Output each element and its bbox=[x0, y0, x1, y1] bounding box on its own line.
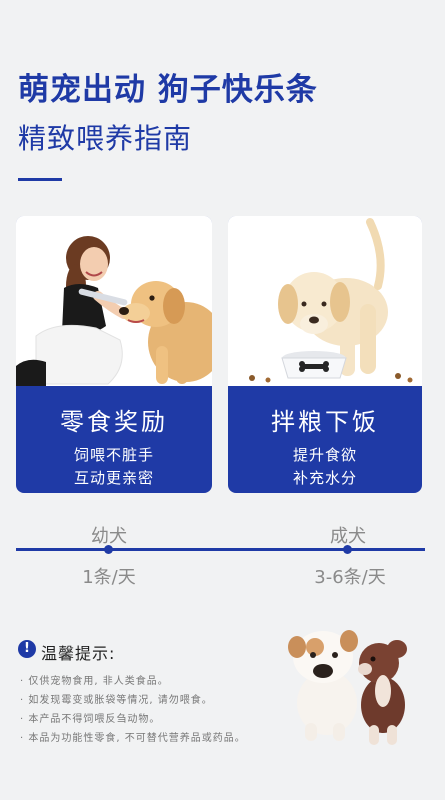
page-subtitle: 精致喂养指南 bbox=[18, 122, 193, 155]
card-snack-reward: 零食奖励 饲喂不脏手 互动更亲密 bbox=[16, 216, 212, 493]
card-desc-line: 提升食欲 bbox=[292, 446, 357, 464]
timeline-dot-adult bbox=[343, 545, 352, 554]
woman-feeding-dog-photo bbox=[16, 216, 212, 386]
tip-line: · 本产品不得饲喂反刍动物。 bbox=[20, 714, 161, 725]
tip-line: · 如发现霉变或胀袋等情况, 请勿喂食。 bbox=[20, 695, 213, 706]
card-desc-line: 补充水分 bbox=[292, 469, 357, 487]
exclamation-icon: ! bbox=[18, 640, 36, 658]
puppy-amount: 1条/天 bbox=[82, 567, 136, 588]
adult-dog-amount: 3-6条/天 bbox=[314, 567, 386, 588]
puppies-photo bbox=[275, 605, 425, 759]
page-title: 萌宠出动 狗子快乐条 bbox=[18, 72, 318, 108]
card-desc-line: 饲喂不脏手 bbox=[73, 446, 154, 464]
timeline-dot-puppy bbox=[104, 545, 113, 554]
card-desc-line: 互动更亲密 bbox=[73, 469, 154, 487]
card-title: 零食奖励 bbox=[60, 408, 168, 436]
timeline-line bbox=[16, 548, 425, 551]
tip-line: · 仅供宠物食用, 非人类食品。 bbox=[20, 676, 169, 687]
card-title: 拌粮下饭 bbox=[271, 408, 379, 436]
title-divider bbox=[18, 178, 62, 181]
tips-title: 温馨提示: bbox=[41, 644, 116, 663]
card-mix-with-food: 拌粮下饭 提升食欲 补充水分 bbox=[228, 216, 422, 493]
tip-line: · 本品为功能性零食, 不可替代营养品或药品。 bbox=[20, 733, 246, 744]
puppy-eating-photo bbox=[228, 216, 422, 386]
